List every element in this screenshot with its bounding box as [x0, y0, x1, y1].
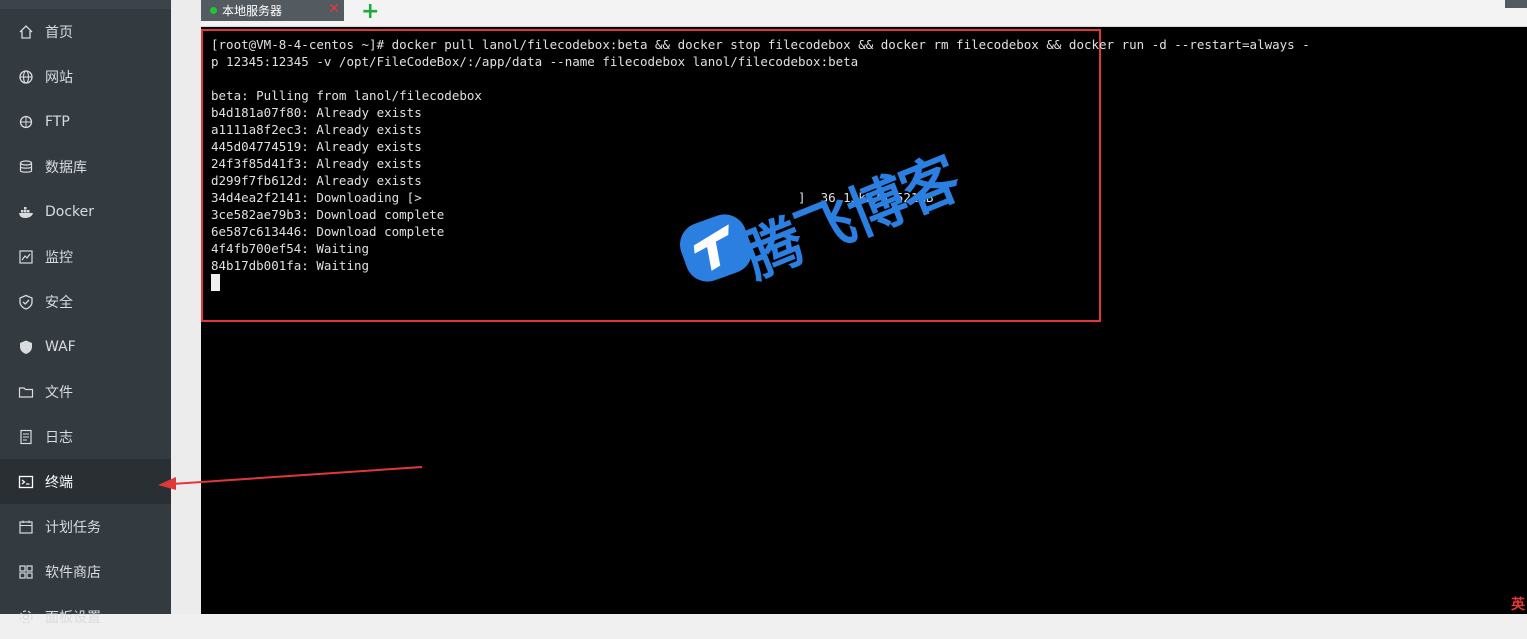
add-tab-button[interactable]: + — [361, 0, 379, 24]
calendar-icon — [18, 519, 34, 535]
content-gap — [171, 0, 201, 614]
sidebar-item-label: WAF — [45, 338, 76, 355]
database-icon — [18, 159, 34, 175]
home-icon — [18, 24, 34, 40]
globe-icon — [18, 69, 34, 85]
terminal-prompt-line — [211, 274, 1521, 291]
sidebar-item-globe[interactable]: 网站 — [0, 54, 171, 99]
sidebar-item-label: FTP — [45, 113, 70, 130]
sidebar-item-calendar[interactable]: 计划任务 — [0, 504, 171, 549]
sidebar-item-label: 文件 — [45, 384, 73, 401]
shield-icon — [18, 294, 34, 310]
sidebar-item-label: 面板设置 — [45, 609, 101, 626]
terminal-line: [root@VM-8-4-centos ~]# docker pull lano… — [211, 37, 1310, 52]
sidebar-item-label: 网站 — [45, 69, 73, 86]
sidebar-item-shield[interactable]: 安全 — [0, 279, 171, 324]
sidebar-item-folder[interactable]: 文件 — [0, 369, 171, 414]
terminal-line: 84b17db001fa: Waiting — [211, 258, 370, 273]
sidebar-item-waf-shield[interactable]: WAF — [0, 324, 171, 369]
sidebar-item-label: Docker — [45, 203, 95, 220]
sidebar-item-apps-grid[interactable]: 软件商店 — [0, 549, 171, 594]
sidebar-item-database[interactable]: 数据库 — [0, 144, 171, 189]
close-icon[interactable]: ✕ — [328, 1, 340, 17]
folder-icon — [18, 384, 34, 400]
sidebar-item-docker[interactable]: Docker — [0, 189, 171, 234]
terminal-line: a1111a8f2ec3: Already exists — [211, 122, 422, 137]
sidebar-item-settings[interactable]: 面板设置 — [0, 594, 171, 639]
connection-status-icon — [210, 7, 217, 14]
sidebar-top-strip — [0, 0, 171, 9]
terminal-line: 445d04774519: Already exists — [211, 139, 422, 154]
settings-icon — [18, 609, 34, 625]
terminal-line: beta: Pulling from lanol/filecodebox — [211, 88, 482, 103]
tab-label: 本地服务器 — [222, 4, 283, 18]
sidebar-item-label: 终端 — [45, 474, 73, 491]
annotation-arrow-icon — [158, 466, 423, 490]
waf-shield-icon — [18, 339, 34, 355]
ftp-icon — [18, 114, 34, 130]
sidebar-item-label: 安全 — [45, 294, 73, 311]
log-icon — [18, 429, 34, 445]
sidebar-item-label: 软件商店 — [45, 564, 101, 581]
sidebar-item-ftp[interactable]: FTP — [0, 99, 171, 144]
terminal-icon — [18, 474, 34, 490]
sidebar-item-log[interactable]: 日志 — [0, 414, 171, 459]
terminal-tab-bar: 本地服务器 ✕ + — [201, 0, 1527, 27]
terminal-cursor — [211, 274, 220, 291]
monitor-icon — [18, 249, 34, 265]
sidebar-item-monitor[interactable]: 监控 — [0, 234, 171, 279]
sidebar-item-label: 监控 — [45, 249, 73, 266]
ime-indicator[interactable]: 英 — [1511, 594, 1525, 614]
terminal-line: b4d181a07f80: Already exists — [211, 105, 422, 120]
sidebar: 首页网站 FTP 数据库 Docker 监控安全 WAF 文件日志终端计划任务软件商店面板设… — [0, 0, 171, 626]
tab-local-server[interactable]: 本地服务器 ✕ — [201, 0, 344, 21]
sidebar-item-label: 日志 — [45, 429, 73, 446]
tab-bar-edge — [1505, 0, 1527, 8]
sidebar-item-label: 首页 — [45, 24, 73, 41]
terminal-screen[interactable]: [root@VM-8-4-centos ~]# docker pull lano… — [201, 27, 1527, 614]
docker-icon — [18, 204, 34, 220]
sidebar-item-terminal[interactable]: 终端 — [0, 459, 171, 504]
sidebar-item-label: 数据库 — [45, 159, 87, 176]
terminal-line: p 12345:12345 -v /opt/FileCodeBox/:/app/… — [211, 54, 859, 69]
sidebar-item-label: 计划任务 — [45, 519, 101, 536]
apps-grid-icon — [18, 564, 34, 580]
sidebar-item-home[interactable]: 首页 — [0, 9, 171, 54]
